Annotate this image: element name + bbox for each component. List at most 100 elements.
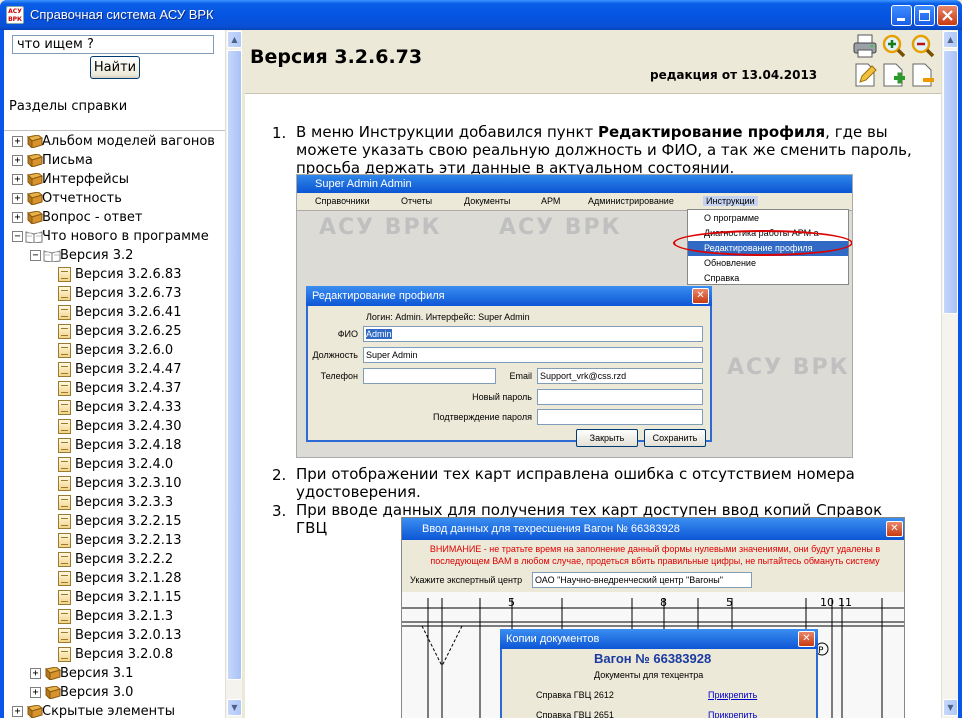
scroll-down-arrow[interactable]: ▼ <box>227 699 242 716</box>
scroll-up-arrow[interactable]: ▲ <box>227 31 242 48</box>
tree-node-label: Интерфейсы <box>42 172 130 187</box>
tree-node-label: Версия 3.2.3.3 <box>75 495 174 510</box>
minimize-button[interactable] <box>891 5 912 26</box>
help-tree: + Альбом моделей вагонов + Письма + Интерфейс… <box>4 130 225 718</box>
edit-icon[interactable] <box>852 62 878 88</box>
zoom-in-icon[interactable] <box>881 33 907 59</box>
scroll-thumb[interactable] <box>227 50 242 680</box>
search-input[interactable] <box>12 35 214 54</box>
book-icon <box>25 704 44 718</box>
page-icon <box>58 533 71 548</box>
expand-icon[interactable]: + <box>12 155 23 166</box>
page-icon <box>58 381 71 396</box>
wagon-number: Вагон № 66383928 <box>594 651 712 666</box>
field-label: Должность <box>312 350 358 360</box>
expert-center-label: Укажите экспертный центр <box>410 575 523 585</box>
client-area: Найти Разделы справки + Альбом моделей ва… <box>4 30 958 718</box>
tree-node-label: Версия 3.2.4.30 <box>75 419 182 434</box>
field-value: Super Admin <box>363 347 703 363</box>
content-pane: Версия 3.2.6.73 редакция от 13.04.2013 1… <box>245 30 958 718</box>
book-icon <box>43 666 62 682</box>
tree-node-label: Альбом моделей вагонов <box>42 134 215 149</box>
drawing-letter: P <box>818 646 824 656</box>
book-icon <box>25 210 44 226</box>
menu-item-active: Инструкции <box>703 196 758 206</box>
drawing-number: 10 <box>820 596 834 609</box>
expand-icon[interactable]: + <box>12 212 23 223</box>
tree-node-label: Версия 3.2.6.73 <box>75 286 182 301</box>
menu-item: Администрирование <box>588 196 674 206</box>
title-bar[interactable]: АСУ ВРК Справочная система АСУ ВРК <box>0 0 962 30</box>
book-icon <box>43 685 62 701</box>
scroll-thumb[interactable] <box>943 50 958 314</box>
page-icon <box>58 362 71 377</box>
expand-icon[interactable]: + <box>12 136 23 147</box>
print-icon[interactable] <box>852 33 878 59</box>
item-text: В меню Инструкции добавился пункт Редакт… <box>296 123 912 177</box>
drawing-number: 5 <box>508 596 515 609</box>
expand-icon[interactable]: + <box>12 193 23 204</box>
tree-node-label: Версия 3.2.4.0 <box>75 457 174 472</box>
page-icon <box>58 419 71 434</box>
screenshot-title: Ввод данных для техресшения Вагон № 6638… <box>402 518 904 540</box>
dialog-title: Копии документов <box>500 629 818 649</box>
page-icon <box>58 609 71 624</box>
tree-node-label: Версия 3.0 <box>60 685 134 700</box>
collapse-icon[interactable]: − <box>12 231 23 242</box>
remove-icon[interactable] <box>910 62 936 88</box>
scroll-down-arrow[interactable]: ▼ <box>943 699 958 716</box>
expand-icon[interactable]: + <box>30 687 41 698</box>
page-icon <box>58 267 71 282</box>
maximize-button[interactable] <box>914 5 935 26</box>
tree-node-label: Версия 3.1 <box>60 666 134 681</box>
watermark-logo: АСУ ВРК <box>319 215 442 240</box>
tree-node-label: Версия 3.2.2.13 <box>75 533 182 548</box>
navigation-pane: Найти Разделы справки + Альбом моделей ва… <box>4 30 242 718</box>
field-label: Телефон <box>320 371 358 381</box>
expand-icon[interactable]: + <box>12 706 23 717</box>
tree-node-label: Версия 3.2.3.10 <box>75 476 182 491</box>
field-value: Support_vrk@css.rzd <box>537 368 703 384</box>
close-button[interactable] <box>937 5 958 26</box>
attach-link: Прикрепить <box>708 710 758 718</box>
field-value <box>537 389 703 405</box>
scroll-up-arrow[interactable]: ▲ <box>943 31 958 48</box>
close-icon <box>942 10 953 21</box>
app-logo-icon: АСУ ВРК <box>6 6 24 24</box>
expert-center-select: ОАО "Научно-внедренческий центр "Вагоны" <box>532 572 752 588</box>
page-icon <box>58 495 71 510</box>
app-window: АСУВРК Справочная система АСУ ВРК Найти … <box>0 0 962 718</box>
screenshot-close-icon: ✕ <box>886 521 903 537</box>
content-scrollbar[interactable]: ▲ ▼ <box>941 30 958 718</box>
collapse-icon[interactable]: − <box>30 250 41 261</box>
dialog-close-icon: ✕ <box>798 631 815 647</box>
tree-node-label: Версия 3.2.6.25 <box>75 324 182 339</box>
tree-node-label: Версия 3.2.1.15 <box>75 590 182 605</box>
page-icon <box>58 552 71 567</box>
tree-scrollbar[interactable]: ▲ ▼ <box>225 30 242 718</box>
page-icon <box>58 476 71 491</box>
add-icon[interactable] <box>881 62 907 88</box>
tree-node-label: Версия 3.2.1.3 <box>75 609 174 624</box>
tree-node-label: Письма <box>42 153 93 168</box>
tech-data-screenshot: Ввод данных для техресшения Вагон № 6638… <box>401 517 905 718</box>
sections-heading: Разделы справки <box>9 99 128 114</box>
find-button[interactable]: Найти <box>90 56 140 79</box>
expand-icon[interactable]: + <box>12 174 23 185</box>
window-title: Справочная система АСУ ВРК <box>30 7 214 22</box>
expand-icon[interactable]: + <box>30 668 41 679</box>
tree-node-label: Версия 3.2.4.33 <box>75 400 182 415</box>
drawing-number: 5 <box>726 596 733 609</box>
field-label: ФИО <box>337 329 358 339</box>
profile-dialog: Редактирование профиля ✕ Логин: Admin. И… <box>306 286 712 447</box>
book-icon <box>25 153 44 169</box>
article-body: 1. В меню Инструкции добавился пункт Ред… <box>245 94 941 718</box>
tree-node-label: Версия 3.2.0.8 <box>75 647 174 662</box>
doc-row-label: Справка ГВЦ 2612 <box>536 690 614 700</box>
page-title: Версия 3.2.6.73 <box>250 46 423 68</box>
menu-item: Справочники <box>315 196 370 206</box>
drawing-number: 8 <box>660 596 667 609</box>
field-value <box>537 409 703 425</box>
zoom-out-icon[interactable] <box>910 33 936 59</box>
watermark-logo: АСУ ВРК <box>499 215 622 240</box>
